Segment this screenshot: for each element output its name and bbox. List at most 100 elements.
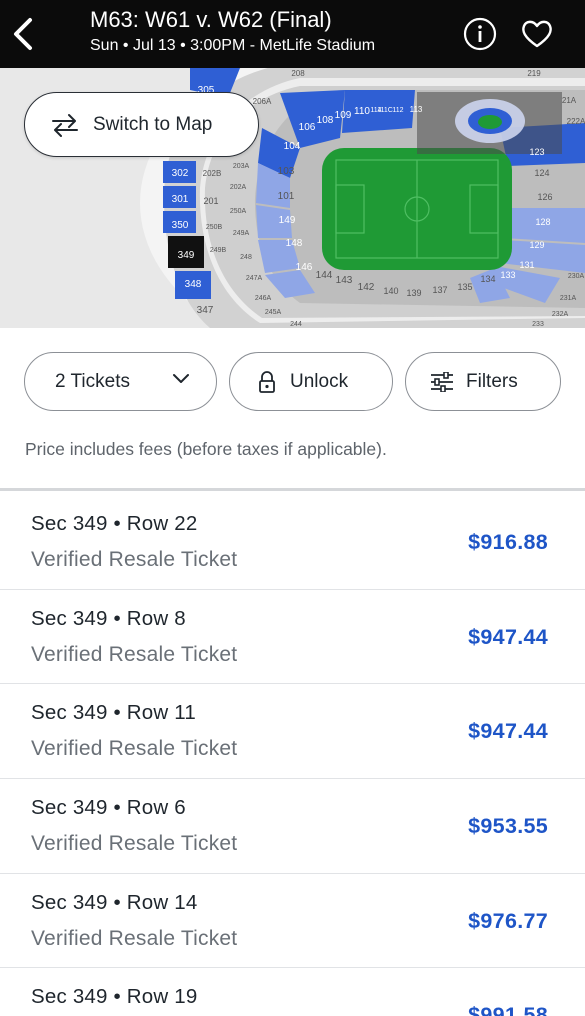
map-section-label: 202A	[230, 184, 247, 191]
map-section-label: 233	[532, 321, 544, 328]
map-section-label: 245A	[265, 309, 282, 316]
info-icon[interactable]	[463, 17, 497, 51]
switch-to-map-button[interactable]: Switch to Map	[24, 92, 259, 157]
listing-row[interactable]: Sec 349 • Row 19 Verified Resale Ticket …	[0, 968, 585, 1016]
listing-type: Verified Resale Ticket	[31, 548, 238, 571]
listing-section-row: Sec 349 • Row 14	[31, 890, 198, 914]
listing-price: $976.77	[468, 908, 548, 933]
map-section-label: 222A	[567, 117, 585, 126]
filters-button[interactable]: Filters	[405, 352, 561, 411]
map-section-label: 114	[370, 107, 381, 114]
map-section-label: 131	[519, 260, 534, 270]
map-section-label: 149	[279, 215, 296, 226]
unlock-button[interactable]: Unlock	[229, 352, 393, 411]
map-section-label: 347	[197, 305, 214, 316]
map-section-label: 250A	[230, 208, 247, 215]
listing-row[interactable]: Sec 349 • Row 11 Verified Resale Ticket …	[0, 684, 585, 780]
listing-price: $947.44	[468, 719, 548, 744]
map-section-label: 208	[291, 69, 305, 78]
map-section-label: 126	[537, 192, 552, 202]
map-section-label: 201	[203, 196, 218, 206]
listing-price: $947.44	[468, 624, 548, 649]
chevron-left-icon[interactable]	[8, 14, 38, 54]
map-section-label: 232A	[552, 311, 569, 318]
filters-label: Filters	[466, 370, 518, 392]
listing-section-row: Sec 349 • Row 11	[31, 701, 196, 725]
map-section-label: 123	[529, 147, 544, 157]
listing-section-row: Sec 349 • Row 19	[31, 985, 198, 1009]
heart-icon[interactable]	[520, 17, 554, 51]
listing-price: $916.88	[468, 530, 548, 554]
chevron-down-icon	[173, 374, 189, 383]
map-section-label: 250B	[206, 224, 223, 231]
listing-section-row: Sec 349 • Row 6	[31, 796, 186, 820]
map-section-label: 21A	[562, 96, 577, 105]
map-section-label: 248	[240, 254, 252, 261]
map-section-label: 144	[316, 270, 333, 281]
map-section-label: 350	[172, 220, 189, 231]
event-header: M63: W61 v. W62 (Final) Sun • Jul 13 • 3…	[0, 0, 585, 68]
map-section-label: 133	[500, 270, 515, 280]
map-section-label: 203A	[233, 163, 250, 170]
map-section-label: 101	[278, 191, 295, 202]
listing-row[interactable]: Sec 349 • Row 22 Verified Resale Ticket …	[0, 495, 585, 590]
price-note: Price includes fees (before taxes if app…	[25, 439, 387, 459]
map-section-label: 146	[296, 262, 313, 273]
divider	[0, 488, 585, 491]
map-section-label: 128	[535, 217, 550, 227]
map-section-label: 108	[317, 115, 334, 126]
map-section-label: 139	[406, 288, 421, 298]
map-section-label: 129	[529, 240, 544, 250]
listing-type: Verified Resale Ticket	[31, 642, 238, 666]
map-section-label: 247A	[246, 275, 263, 282]
map-section-label: 140	[383, 286, 398, 296]
map-section-label: 348	[185, 279, 202, 290]
listing-row[interactable]: Sec 349 • Row 14 Verified Resale Ticket …	[0, 874, 585, 969]
map-section-label: 246A	[255, 295, 272, 302]
map-section-label: 134	[480, 274, 495, 284]
map-section-label: 110	[354, 106, 370, 117]
listing-type: Verified Resale Ticket	[31, 926, 238, 950]
map-section-label: 124	[534, 168, 549, 178]
map-section-label: 231A	[560, 295, 577, 302]
event-title: M63: W61 v. W62 (Final)	[90, 7, 332, 32]
map-section-label: 103	[278, 166, 295, 177]
map-section-label: 302	[172, 168, 189, 179]
map-section-label: 135	[457, 282, 472, 292]
map-section-label: 230A	[568, 273, 585, 280]
map-section-label: 349	[178, 250, 195, 261]
listing-section-row: Sec 349 • Row 8	[31, 606, 186, 630]
listing-price: $991.58	[468, 1003, 548, 1016]
switch-to-map-label: Switch to Map	[93, 113, 213, 135]
sliders-icon	[431, 371, 453, 392]
map-section-label: 244	[290, 321, 302, 328]
listing-row[interactable]: Sec 349 • Row 8 Verified Resale Ticket $…	[0, 590, 585, 685]
map-section-label: 113	[410, 105, 423, 114]
listing-section-row: Sec 349 • Row 22	[31, 512, 198, 535]
event-subtitle: Sun • Jul 13 • 3:00PM - MetLife Stadium	[90, 37, 376, 54]
lock-icon	[259, 370, 275, 393]
map-section-label: 206A	[253, 97, 272, 106]
map-section-label: 109	[335, 110, 352, 121]
swap-arrows-icon	[52, 113, 78, 137]
map-section-label: 249B	[210, 247, 227, 254]
map-section-label: 142	[358, 282, 375, 293]
map-section-label: 219	[527, 69, 541, 78]
map-section-label: 202B	[203, 169, 222, 178]
map-section-label: 249A	[233, 230, 250, 237]
listing-price: $953.55	[468, 814, 548, 839]
ticket-quantity-label: 2 Tickets	[55, 370, 130, 392]
map-section-label: 112	[392, 107, 403, 114]
listing-type: Verified Resale Ticket	[31, 737, 238, 761]
ticket-listings: Sec 349 • Row 22 Verified Resale Ticket …	[0, 495, 585, 1016]
listing-row[interactable]: Sec 349 • Row 6 Verified Resale Ticket $…	[0, 779, 585, 874]
map-section-label: 143	[336, 275, 353, 286]
map-section-label: 137	[432, 285, 447, 295]
listing-type: Verified Resale Ticket	[31, 832, 238, 856]
ticket-quantity-select[interactable]: 2 Tickets	[24, 352, 217, 411]
map-section-label: 104	[284, 141, 301, 152]
map-section-label: 148	[286, 238, 303, 249]
unlock-label: Unlock	[290, 370, 349, 392]
map-section-label: 106	[299, 122, 316, 133]
filter-bar: 2 Tickets Unlock Filters Price includes …	[0, 328, 585, 490]
